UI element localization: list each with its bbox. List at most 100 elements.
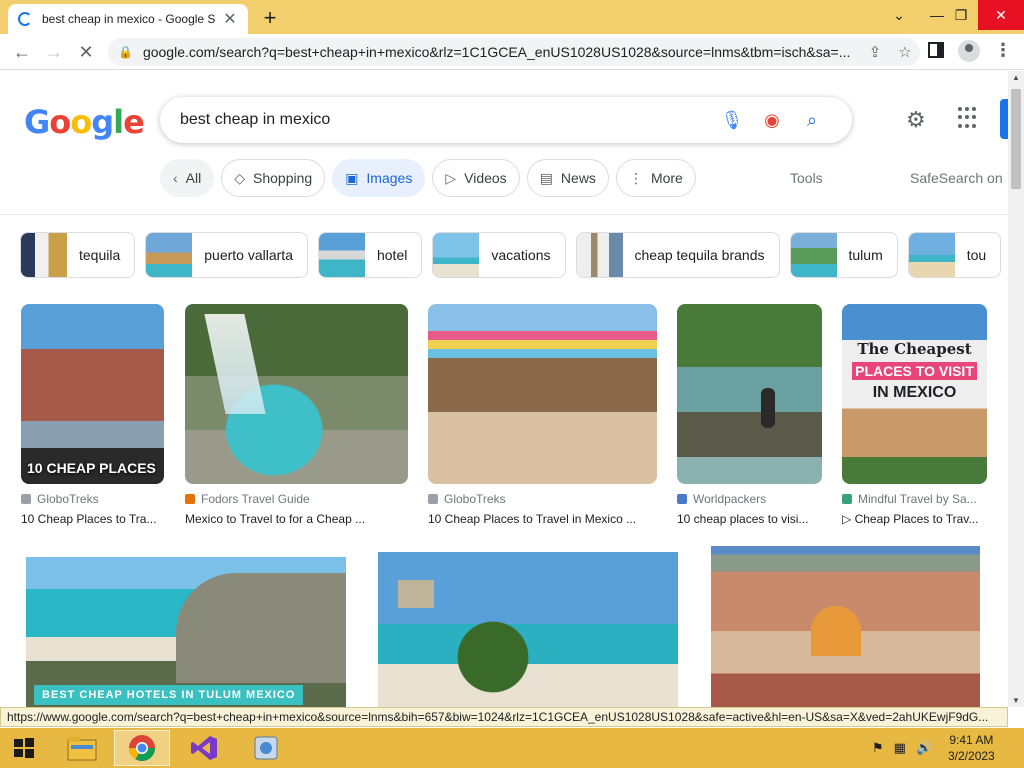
image-result[interactable]: Worldpackers 10 cheap places to visi... xyxy=(677,304,822,526)
result-image[interactable]: BEST CHEAP HOTELS IN TULUM MEXICO xyxy=(26,557,346,707)
image-result[interactable]: BEST CHEAP HOTELS IN TULUM MEXICO xyxy=(26,557,346,707)
flag-icon[interactable]: ⚑ xyxy=(872,740,884,756)
chip-thumbnail xyxy=(908,233,955,277)
chip-tours[interactable]: tou xyxy=(907,232,1002,278)
chip-tulum[interactable]: tulum xyxy=(789,232,898,278)
volume-icon[interactable]: 🔊 xyxy=(916,740,932,756)
search-box[interactable]: best cheap in mexico 🎙 ◉ ⌕ xyxy=(160,97,852,143)
result-image[interactable]: The Cheapest PLACES TO VISIT IN MEXICO xyxy=(842,304,987,484)
image-result[interactable]: GloboTreks 10 Cheap Places to Travel in … xyxy=(428,304,657,526)
kebab-menu-icon[interactable]: ⋮ xyxy=(994,40,1012,61)
palm-tree xyxy=(438,602,548,707)
lock-icon[interactable]: 🔒 xyxy=(118,45,133,59)
scrollbar-thumb[interactable] xyxy=(1011,89,1021,189)
tab-close-icon[interactable]: ✕ xyxy=(222,9,238,29)
image-overlay-text: 10 CHEAP PLACES xyxy=(27,460,156,476)
chrome-icon[interactable] xyxy=(114,730,170,766)
result-title[interactable]: 10 Cheap Places to Tra... xyxy=(21,512,164,526)
url-text[interactable]: google.com/search?q=best+cheap+in+mexico… xyxy=(143,44,860,60)
windows-start-icon[interactable] xyxy=(0,730,48,766)
tab-strip: best cheap in mexico - Google Se ✕ + ⌄ —… xyxy=(0,0,1024,34)
result-title[interactable]: ▷ Cheap Places to Trav... xyxy=(842,512,987,526)
filter-videos[interactable]: ▷ Videos xyxy=(432,159,520,197)
filter-label: More xyxy=(650,170,683,186)
filter-shopping[interactable]: ◇ Shopping xyxy=(221,159,326,197)
result-image[interactable] xyxy=(711,546,980,707)
browser-tab[interactable]: best cheap in mexico - Google Se ✕ xyxy=(8,4,248,34)
chip-tequila[interactable]: tequila xyxy=(20,232,136,278)
result-image[interactable] xyxy=(428,304,657,484)
sign-in-button[interactable] xyxy=(1000,99,1008,139)
search-icon[interactable]: ⌕ xyxy=(792,110,832,131)
chip-vacations[interactable]: vacations xyxy=(432,232,566,278)
visual-studio-icon[interactable] xyxy=(176,730,232,766)
apps-grid-icon[interactable] xyxy=(958,107,980,129)
filter-images[interactable]: ▣ Images xyxy=(332,159,426,197)
forward-arrow-icon[interactable]: → xyxy=(42,40,66,64)
chip-label: cheap tequila brands xyxy=(634,247,765,263)
system-clock[interactable]: 9:41 AM 3/2/2023 xyxy=(948,732,995,764)
result-image[interactable] xyxy=(185,304,408,484)
stop-loading-icon[interactable]: ✕ xyxy=(74,40,98,64)
filter-label: Images xyxy=(366,170,413,186)
share-icon[interactable]: ⇪ xyxy=(860,43,890,61)
result-source[interactable]: Fodors Travel Guide xyxy=(201,492,310,506)
microphone-icon[interactable]: 🎙 xyxy=(712,110,752,131)
chip-label: tulum xyxy=(848,247,883,263)
image-result[interactable]: The Cheapest PLACES TO VISIT IN MEXICO M… xyxy=(842,304,987,526)
chip-puerto-vallarta[interactable]: puerto vallarta xyxy=(145,232,308,278)
address-bar[interactable]: 🔒 google.com/search?q=best+cheap+in+mexi… xyxy=(108,38,920,66)
search-input[interactable]: best cheap in mexico xyxy=(180,111,712,129)
google-logo[interactable]: Google xyxy=(24,103,145,141)
filter-all[interactable]: ‹ All xyxy=(160,159,215,197)
poster-line-3: IN MEXICO xyxy=(872,384,957,401)
poster-line-1: The Cheapest xyxy=(857,340,972,358)
image-result[interactable] xyxy=(378,552,678,707)
network-icon[interactable]: ▦ xyxy=(894,740,906,756)
app-installer-icon[interactable] xyxy=(238,730,294,766)
filter-more[interactable]: ⋮ More xyxy=(615,159,696,197)
result-image[interactable]: 10 CHEAP PLACES xyxy=(21,304,164,484)
tools-button[interactable]: Tools xyxy=(790,170,823,186)
profile-avatar-icon[interactable] xyxy=(958,40,980,62)
chip-thumbnail xyxy=(790,233,837,277)
search-filter-bar: ‹ All ◇ Shopping ▣ Images ▷ Videos ▤ New… xyxy=(160,159,703,199)
result-title[interactable]: 10 Cheap Places to Travel in Mexico ... xyxy=(428,512,657,526)
bookmark-star-icon[interactable]: ☆ xyxy=(890,43,920,61)
vertical-scrollbar[interactable]: ▲ ▼ xyxy=(1008,71,1024,707)
result-title[interactable]: 10 cheap places to visi... xyxy=(677,512,822,526)
chip-label: tequila xyxy=(79,247,121,263)
waterfall xyxy=(204,314,266,414)
result-image[interactable] xyxy=(378,552,678,707)
chip-cheap-tequila-brands[interactable]: cheap tequila brands xyxy=(575,232,780,278)
image-result[interactable] xyxy=(711,546,980,707)
result-source[interactable]: GloboTreks xyxy=(37,492,99,506)
side-panel-icon[interactable] xyxy=(928,42,944,58)
filter-news[interactable]: ▤ News xyxy=(526,159,609,197)
tab-title: best cheap in mexico - Google Se xyxy=(42,12,216,26)
safesearch-button[interactable]: SafeSearch on xyxy=(910,170,1003,186)
gear-icon[interactable]: ⚙ xyxy=(906,107,926,133)
church-dome xyxy=(811,606,861,656)
result-source[interactable]: GloboTreks xyxy=(444,492,506,506)
new-tab-button[interactable]: + xyxy=(258,5,282,31)
image-result[interactable]: Fodors Travel Guide Mexico to Travel to … xyxy=(185,304,408,526)
scroll-up-arrow-icon[interactable]: ▲ xyxy=(1008,73,1024,82)
result-source[interactable]: Worldpackers xyxy=(693,492,766,506)
filter-label: Shopping xyxy=(253,170,313,186)
back-arrow-icon[interactable]: ← xyxy=(10,40,34,64)
close-window-button[interactable]: ✕ xyxy=(978,0,1024,30)
source-favicon xyxy=(428,494,438,504)
camera-lens-icon[interactable]: ◉ xyxy=(752,110,792,131)
clock-date: 3/2/2023 xyxy=(948,749,995,763)
result-title[interactable]: Mexico to Travel to for a Cheap ... xyxy=(185,512,408,526)
chip-thumbnail xyxy=(21,233,67,277)
image-result[interactable]: 10 CHEAP PLACES GloboTreks 10 Cheap Plac… xyxy=(21,304,164,526)
chip-hotel[interactable]: hotel xyxy=(317,232,423,278)
scroll-down-arrow-icon[interactable]: ▼ xyxy=(1008,696,1024,705)
result-image[interactable] xyxy=(677,304,822,484)
tag-icon: ◇ xyxy=(234,169,246,186)
result-source[interactable]: Mindful Travel by Sa... xyxy=(858,492,977,506)
file-explorer-icon[interactable] xyxy=(54,730,110,766)
person-figure xyxy=(761,388,775,428)
